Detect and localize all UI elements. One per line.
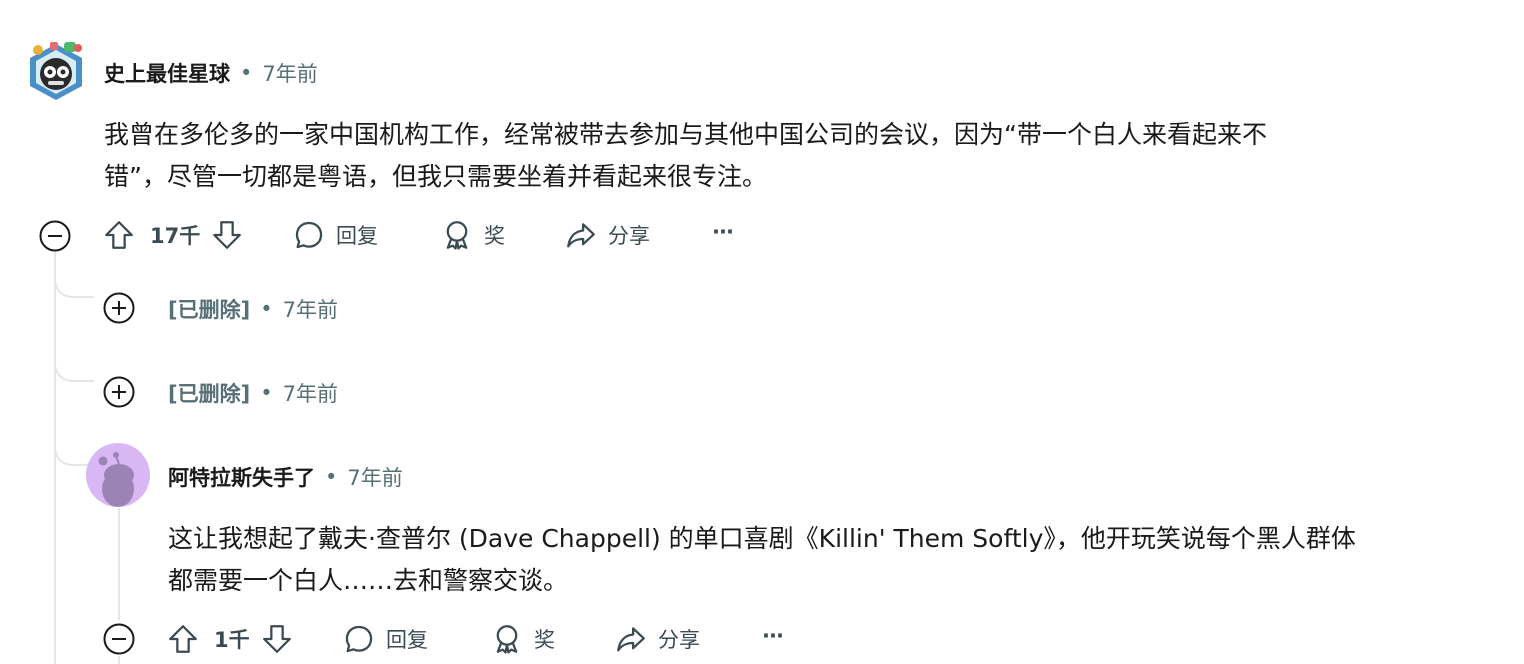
comment-timestamp[interactable]: 7年前 — [347, 462, 402, 492]
comment-header: 阿特拉斯失手了 • 7年前 — [168, 462, 403, 492]
comment-author-deleted: [已删除] — [168, 298, 251, 322]
share-arrow-icon — [617, 627, 645, 652]
comment-body-line: 都需要一个白人……去和警察交谈。 — [168, 566, 569, 595]
collapse-minus-icon — [39, 220, 71, 252]
meta-separator: • — [240, 61, 253, 85]
vote-group: 17千 — [102, 218, 244, 252]
comment-body: 这让我想起了戴夫·查普尔 (Dave Chappell) 的单口喜剧《Killi… — [168, 518, 1508, 602]
comment-author-deleted: [已删除] — [168, 382, 251, 406]
more-options-icon: ··· — [712, 220, 734, 244]
award-icon — [496, 625, 518, 654]
reply-button[interactable]: 回复 — [292, 218, 378, 252]
thread-elbow-2 — [54, 330, 94, 382]
avatar[interactable] — [26, 38, 86, 102]
share-arrow-icon — [567, 223, 595, 248]
collapsed-comment[interactable]: [已删除] • 7年前 — [168, 294, 338, 324]
comment-body-line: 我曾在多伦多的一家中国机构工作，经常被带去参加与其他中国公司的会议，因为“带一个… — [104, 120, 1267, 149]
comment-timestamp[interactable]: 7年前 — [262, 58, 317, 88]
meta-separator: • — [260, 297, 273, 321]
comment-author[interactable]: 史上最佳星球 — [104, 58, 230, 88]
comment-body-line: 错”，尽管一切都是粤语，但我只需要坐着并看起来很专注。 — [104, 162, 767, 191]
share-button[interactable]: 分享 — [614, 622, 700, 656]
thread-elbow-1 — [54, 252, 94, 298]
award-button[interactable]: 奖 — [440, 218, 505, 252]
vote-score: 17千 — [150, 224, 201, 248]
meta-separator: • — [325, 465, 338, 489]
comment-bubble-icon — [295, 221, 323, 249]
expand-plus-icon — [103, 292, 135, 324]
snoo-avatar-icon — [86, 443, 150, 507]
comment-body: 我曾在多伦多的一家中国机构工作，经常被带去参加与其他中国公司的会议，因为“带一个… — [104, 114, 1464, 198]
reply-label: 回复 — [336, 224, 378, 248]
collapsed-comment[interactable]: [已删除] • 7年前 — [168, 378, 338, 408]
reply-button[interactable]: 回复 — [342, 622, 428, 656]
award-icon — [446, 221, 468, 250]
award-label: 奖 — [534, 628, 555, 652]
collapse-minus-icon — [103, 623, 135, 655]
award-button[interactable]: 奖 — [490, 622, 555, 656]
avatar[interactable] — [86, 443, 150, 507]
upvote-icon[interactable] — [166, 622, 200, 656]
award-label: 奖 — [484, 224, 505, 248]
more-options-icon: ··· — [762, 624, 784, 648]
comment-header: 史上最佳星球 • 7年前 — [104, 58, 318, 88]
comment-timestamp[interactable]: 7年前 — [283, 294, 338, 324]
comment-author[interactable]: 阿特拉斯失手了 — [168, 462, 315, 492]
share-label: 分享 — [608, 224, 650, 248]
expand-plus-icon — [103, 376, 135, 408]
expand-button[interactable] — [103, 376, 135, 412]
comment-bubble-icon — [345, 625, 373, 653]
vote-group: 1千 — [166, 622, 294, 656]
comment-body-line: 这让我想起了戴夫·查普尔 (Dave Chappell) 的单口喜剧《Killi… — [168, 524, 1356, 553]
thread-rail-reply — [118, 508, 120, 620]
expand-button[interactable] — [103, 292, 135, 328]
collapse-button[interactable] — [39, 220, 71, 256]
downvote-icon[interactable] — [210, 218, 244, 252]
more-options-button[interactable]: ··· — [712, 220, 734, 244]
share-button[interactable]: 分享 — [564, 218, 650, 252]
comment-timestamp[interactable]: 7年前 — [283, 378, 338, 408]
vote-score: 1千 — [214, 628, 250, 652]
thread-rail-main — [54, 252, 56, 664]
share-label: 分享 — [658, 628, 700, 652]
collapse-button[interactable] — [103, 623, 135, 659]
downvote-icon[interactable] — [260, 622, 294, 656]
thread-elbow-3 — [54, 420, 88, 466]
meta-separator: • — [260, 381, 273, 405]
avatar-robot-icon — [30, 42, 82, 100]
upvote-icon[interactable] — [102, 218, 136, 252]
more-options-button[interactable]: ··· — [762, 624, 784, 648]
reply-label: 回复 — [386, 628, 428, 652]
